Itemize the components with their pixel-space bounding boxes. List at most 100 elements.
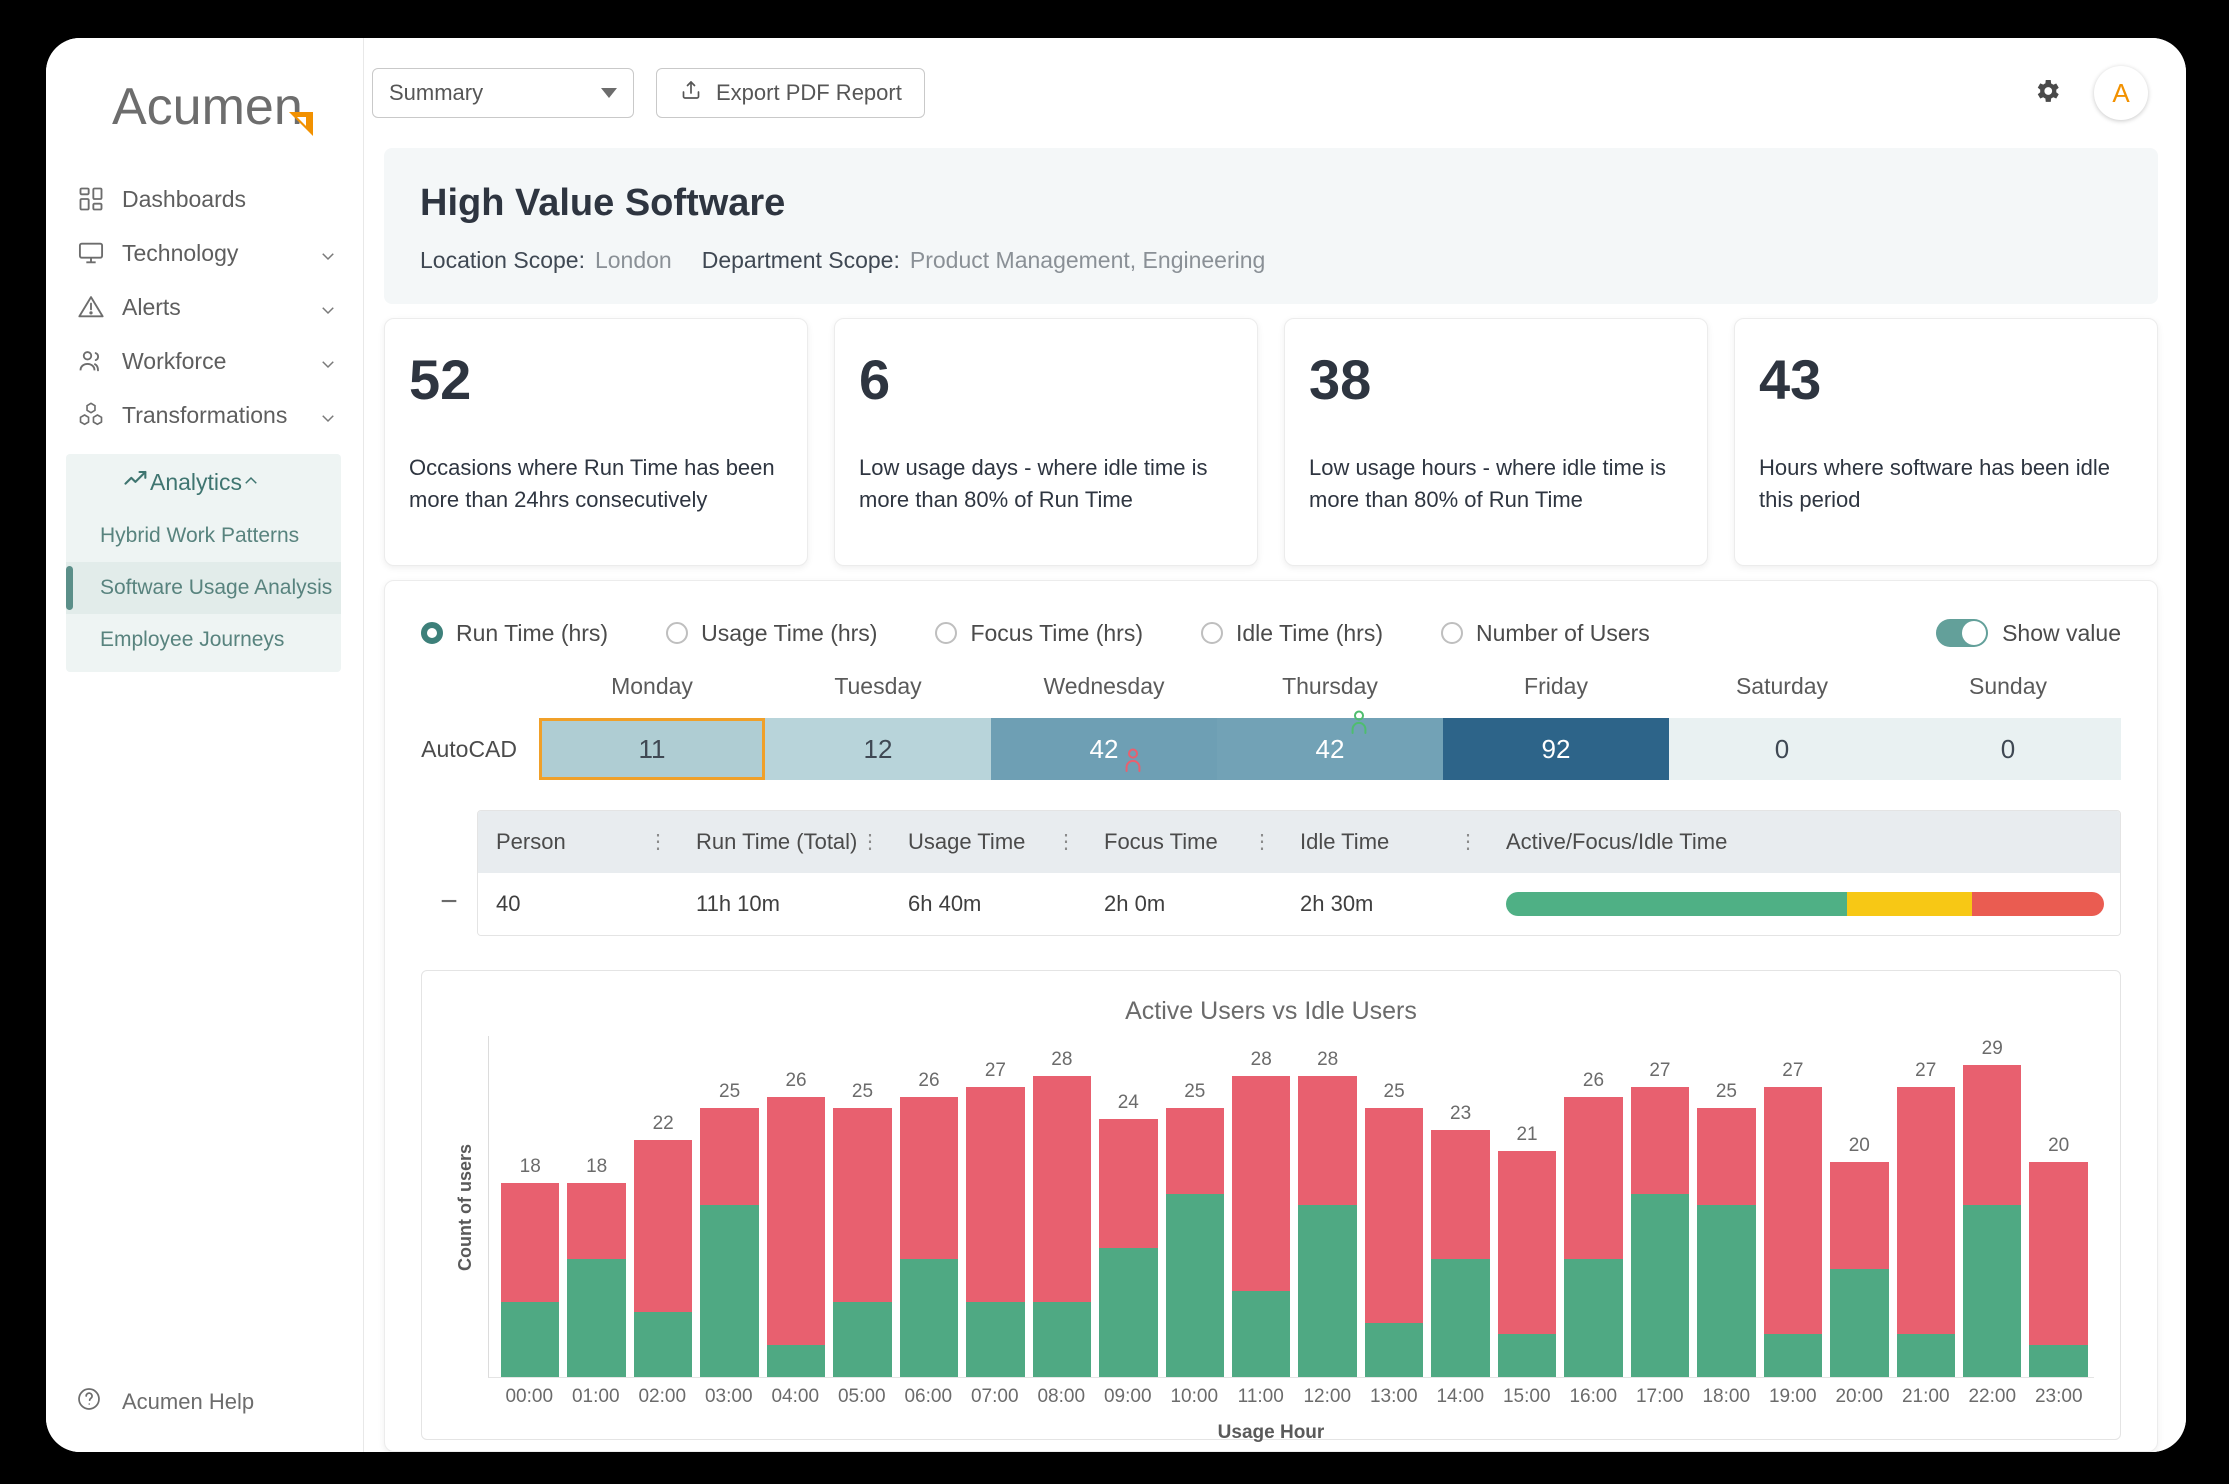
sidebar-item-hybrid-work-patterns[interactable]: Hybrid Work Patterns (66, 510, 341, 562)
bar-segment-active (1032, 1301, 1092, 1377)
app-logo[interactable]: Acumen (46, 64, 363, 150)
bar-column[interactable]: 29 (1962, 1036, 2022, 1377)
chevron-down-icon[interactable] (319, 352, 337, 370)
bar-column[interactable]: 27 (1763, 1036, 1823, 1377)
column-menu-icon[interactable]: ⋮ (860, 832, 880, 852)
column-menu-icon[interactable]: ⋮ (648, 832, 668, 852)
bar-stack (1099, 1118, 1158, 1377)
view-select[interactable]: Summary (372, 68, 634, 118)
x-axis-tick: 13:00 (1369, 1386, 1418, 1407)
sidebar-subitem-label: Hybrid Work Patterns (100, 524, 300, 547)
column-label: Idle Time (1300, 829, 1390, 854)
column-header-idle-time[interactable]: Idle Time ⋮ (1282, 811, 1488, 873)
sidebar-item-technology[interactable]: Technology (46, 226, 363, 280)
sidebar-item-transformations[interactable]: Transformations (46, 388, 363, 442)
column-header-person[interactable]: Person ⋮ (478, 811, 678, 873)
bar-column[interactable]: 18 (567, 1036, 626, 1377)
bar-column[interactable]: 18 (501, 1036, 560, 1377)
bar-column[interactable]: 21 (1497, 1036, 1557, 1377)
bar-column[interactable]: 20 (1830, 1036, 1889, 1377)
column-header-active-focus-idle[interactable]: Active/Focus/Idle Time (1488, 811, 2120, 873)
table-row[interactable]: 40 11h 10m 6h 40m 2h 0m 2h 30m (478, 873, 2120, 935)
bar-column[interactable]: 25 (700, 1036, 759, 1377)
radio-run-time[interactable]: Run Time (hrs) (421, 620, 608, 647)
sidebar-item-employee-journeys[interactable]: Employee Journeys (66, 614, 341, 666)
bar-column[interactable]: 25 (1697, 1036, 1756, 1377)
bar-column[interactable]: 27 (1630, 1036, 1690, 1377)
column-label: Person (496, 829, 566, 854)
radio-idle-time[interactable]: Idle Time (hrs) (1201, 620, 1383, 647)
kpi-value: 38 (1309, 348, 1372, 411)
sidebar-item-workforce[interactable]: Workforce (46, 334, 363, 388)
heatmap-cell-thursday[interactable]: 42 (1217, 710, 1443, 780)
column-menu-icon[interactable]: ⋮ (1458, 832, 1478, 852)
export-pdf-report-button[interactable]: Export PDF Report (656, 68, 925, 118)
radio-usage-time[interactable]: Usage Time (hrs) (666, 620, 877, 647)
heatmap-cell-tuesday[interactable]: 12 (765, 718, 991, 780)
sidebar-item-dashboards[interactable]: Dashboards (46, 172, 363, 226)
help-label: Acumen Help (122, 1389, 255, 1414)
column-header-usage-time[interactable]: Usage Time ⋮ (890, 811, 1086, 873)
bar-column[interactable]: 28 (1231, 1036, 1291, 1377)
heatmap-cell-wednesday[interactable]: 42 (991, 718, 1217, 780)
sidebar-item-label: Workforce (122, 347, 227, 374)
bar-column[interactable]: 22 (633, 1036, 693, 1377)
heatmap-cell-monday[interactable]: 11 (539, 718, 765, 780)
bar-segment-active (1497, 1333, 1557, 1377)
bar-column[interactable]: 26 (899, 1036, 959, 1377)
bar-column[interactable]: 27 (966, 1036, 1025, 1377)
sidebar-item-software-usage-analysis[interactable]: Software Usage Analysis (66, 562, 341, 614)
detail-table-wrap: − Person ⋮ Run Time (Total) ⋮ Usage Time… (421, 810, 2121, 936)
heatmap-cell-friday[interactable]: 92 (1443, 718, 1669, 780)
show-value-toggle[interactable]: Show value (1936, 619, 2121, 647)
bar-column[interactable]: 28 (1032, 1036, 1092, 1377)
row-collapse-toggle[interactable]: − (421, 810, 477, 936)
heatmap-cell-saturday[interactable]: 0 (1669, 718, 1895, 780)
bar-column[interactable]: 20 (2029, 1036, 2088, 1377)
chevron-down-icon[interactable] (319, 298, 337, 316)
x-axis-title: Usage Hour (1217, 1422, 1325, 1443)
bar-value-label: 18 (586, 1156, 608, 1178)
radio-focus-time[interactable]: Focus Time (hrs) (935, 620, 1143, 647)
page-header: High Value Software Location Scope: Lond… (384, 148, 2158, 304)
bar-segment-active (766, 1344, 826, 1377)
acumen-help-link[interactable]: Acumen Help (76, 1386, 254, 1418)
bar-column[interactable]: 28 (1298, 1036, 1357, 1377)
bar-value-label: 21 (1516, 1124, 1538, 1146)
bar-column[interactable]: 25 (1165, 1036, 1224, 1377)
chevron-up-icon[interactable] (242, 469, 260, 496)
chevron-down-icon[interactable] (319, 244, 337, 262)
bar-column[interactable]: 23 (1431, 1036, 1490, 1377)
bar-column[interactable]: 24 (1099, 1036, 1158, 1377)
sidebar-item-alerts[interactable]: Alerts (46, 280, 363, 334)
heatmap-day-monday: Monday (611, 673, 693, 699)
bar-column[interactable]: 25 (833, 1036, 892, 1377)
bar-column[interactable]: 25 (1364, 1036, 1424, 1377)
avatar[interactable]: A (2094, 66, 2148, 120)
bar-column[interactable]: 26 (766, 1036, 826, 1377)
heatmap-cell-sunday[interactable]: 0 (1895, 718, 2121, 780)
bar-column[interactable]: 27 (1896, 1036, 1955, 1377)
radio-number-of-users[interactable]: Number of Users (1440, 620, 1650, 647)
sidebar-item-label: Technology (122, 239, 239, 266)
column-menu-icon[interactable]: ⋮ (1056, 832, 1076, 852)
bar-value-label: 27 (984, 1059, 1006, 1081)
column-header-run-time[interactable]: Run Time (Total) ⋮ (678, 811, 890, 873)
chevron-down-icon[interactable] (319, 406, 337, 424)
bar-value-label: 26 (1582, 1070, 1605, 1092)
bar-segment-active (1506, 892, 1847, 916)
bar-column[interactable]: 26 (1564, 1036, 1623, 1377)
column-header-focus-time[interactable]: Focus Time ⋮ (1086, 811, 1282, 873)
heatmap-day-wednesday: Wednesday (1043, 673, 1165, 699)
trending-up-icon (122, 465, 150, 499)
metric-selector: Run Time (hrs) Usage Time (hrs) Focus Ti… (421, 611, 2121, 673)
x-axis-tick: 07:00 (970, 1386, 1019, 1407)
column-menu-icon[interactable]: ⋮ (1252, 832, 1272, 852)
bar-segment-active (1830, 1269, 1889, 1377)
bar-value-label: 27 (1782, 1059, 1804, 1081)
primary-nav: Dashboards Technology Alerts Workforce T… (46, 172, 363, 672)
column-label: Usage Time (908, 829, 1026, 854)
gear-icon[interactable] (2032, 76, 2062, 111)
radio-icon (935, 622, 958, 644)
sidebar-item-analytics[interactable]: Analytics (66, 454, 341, 510)
